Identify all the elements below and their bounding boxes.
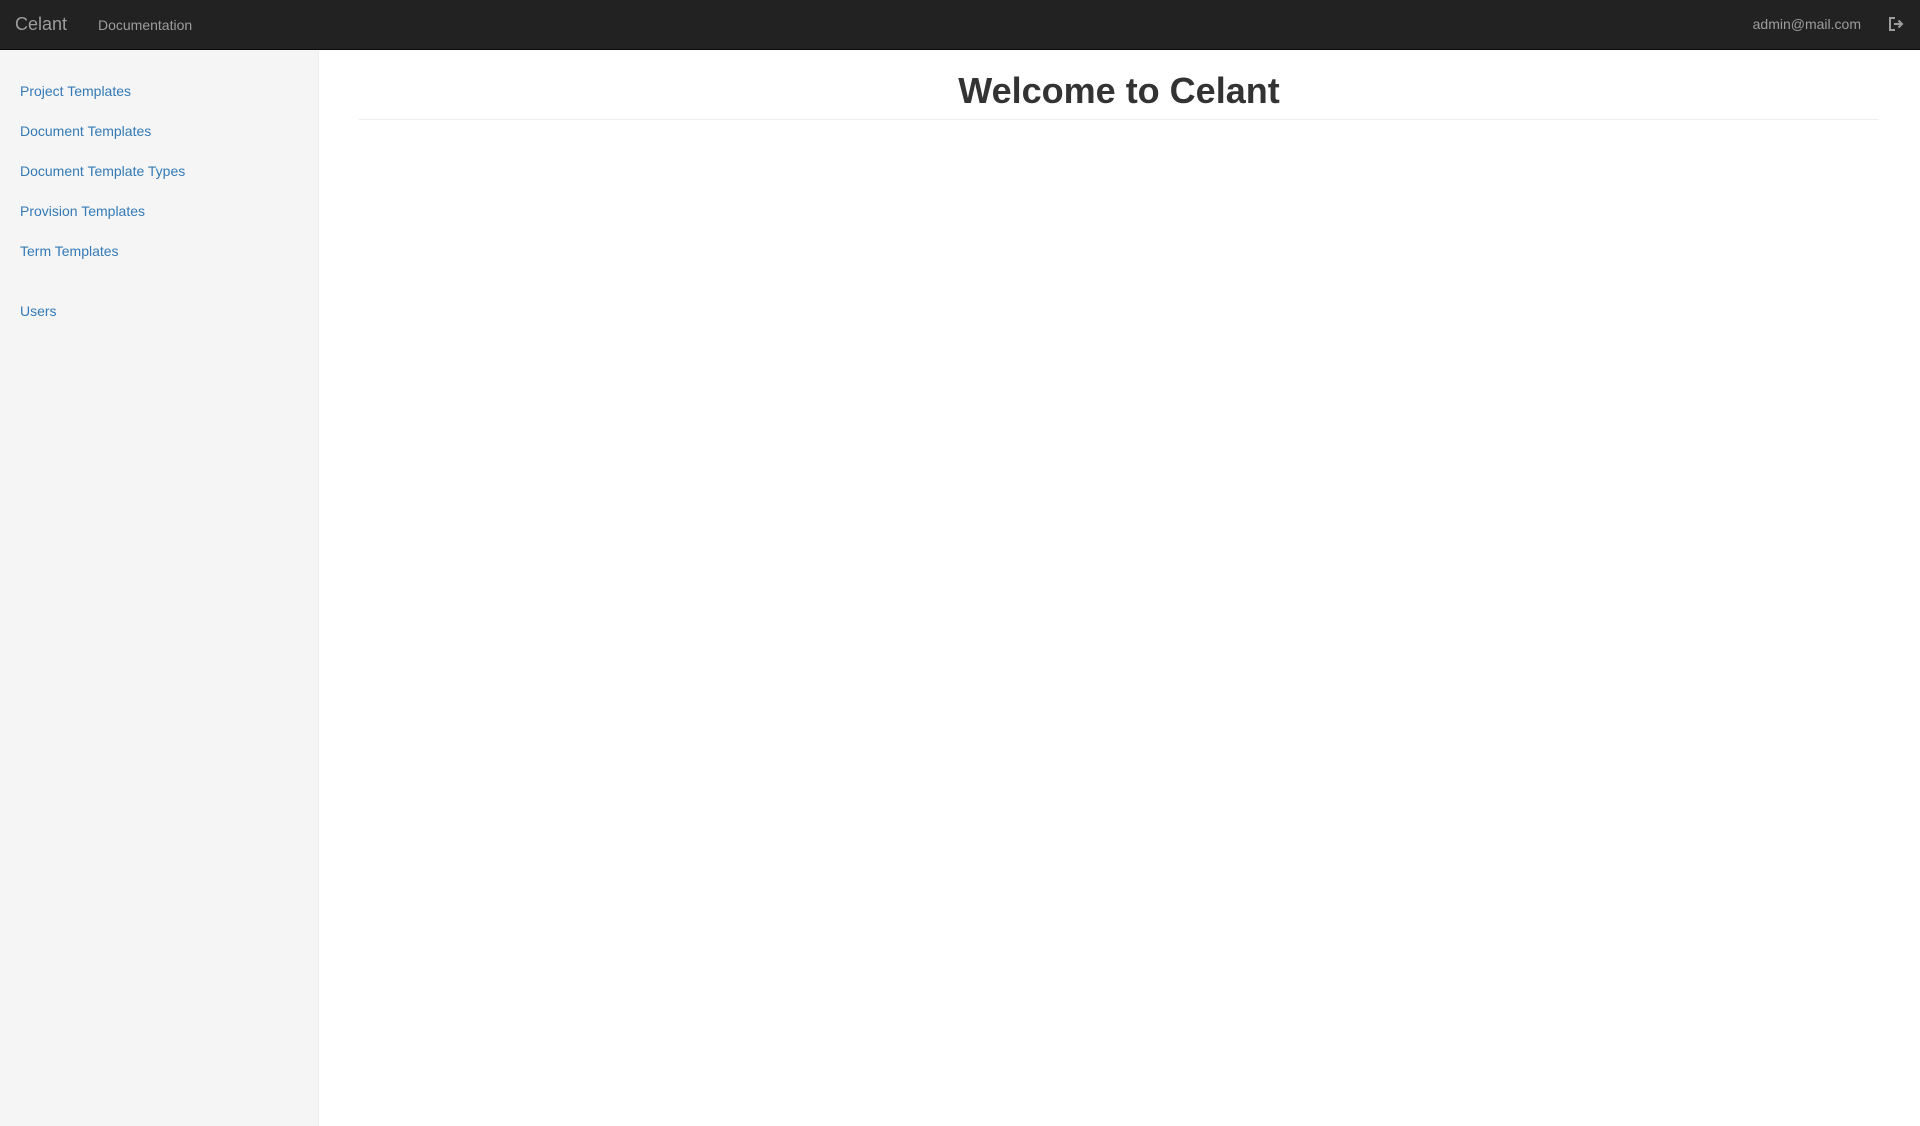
sidebar-item-project-templates[interactable]: Project Templates (0, 71, 318, 111)
page-title: Welcome to Celant (958, 70, 1280, 111)
documentation-link[interactable]: Documentation (98, 0, 192, 50)
sidebar-nav: Project Templates Document Templates Doc… (0, 50, 318, 331)
sidebar-item-term-templates[interactable]: Term Templates (0, 231, 318, 271)
sign-out-icon[interactable] (1888, 16, 1904, 32)
brand-link[interactable]: Celant (15, 0, 67, 50)
sidebar-item-provision-templates[interactable]: Provision Templates (0, 191, 318, 231)
sidebar: Project Templates Document Templates Doc… (0, 50, 319, 1126)
user-email-link[interactable]: admin@mail.com (1753, 0, 1861, 50)
sidebar-item-document-template-types[interactable]: Document Template Types (0, 151, 318, 191)
main-content: Welcome to Celant (320, 50, 1920, 1126)
top-navbar: Celant Documentation admin@mail.com (0, 0, 1920, 50)
sidebar-item-document-templates[interactable]: Document Templates (0, 111, 318, 151)
page-header: Welcome to Celant (359, 50, 1879, 120)
sidebar-item-users[interactable]: Users (0, 291, 318, 331)
